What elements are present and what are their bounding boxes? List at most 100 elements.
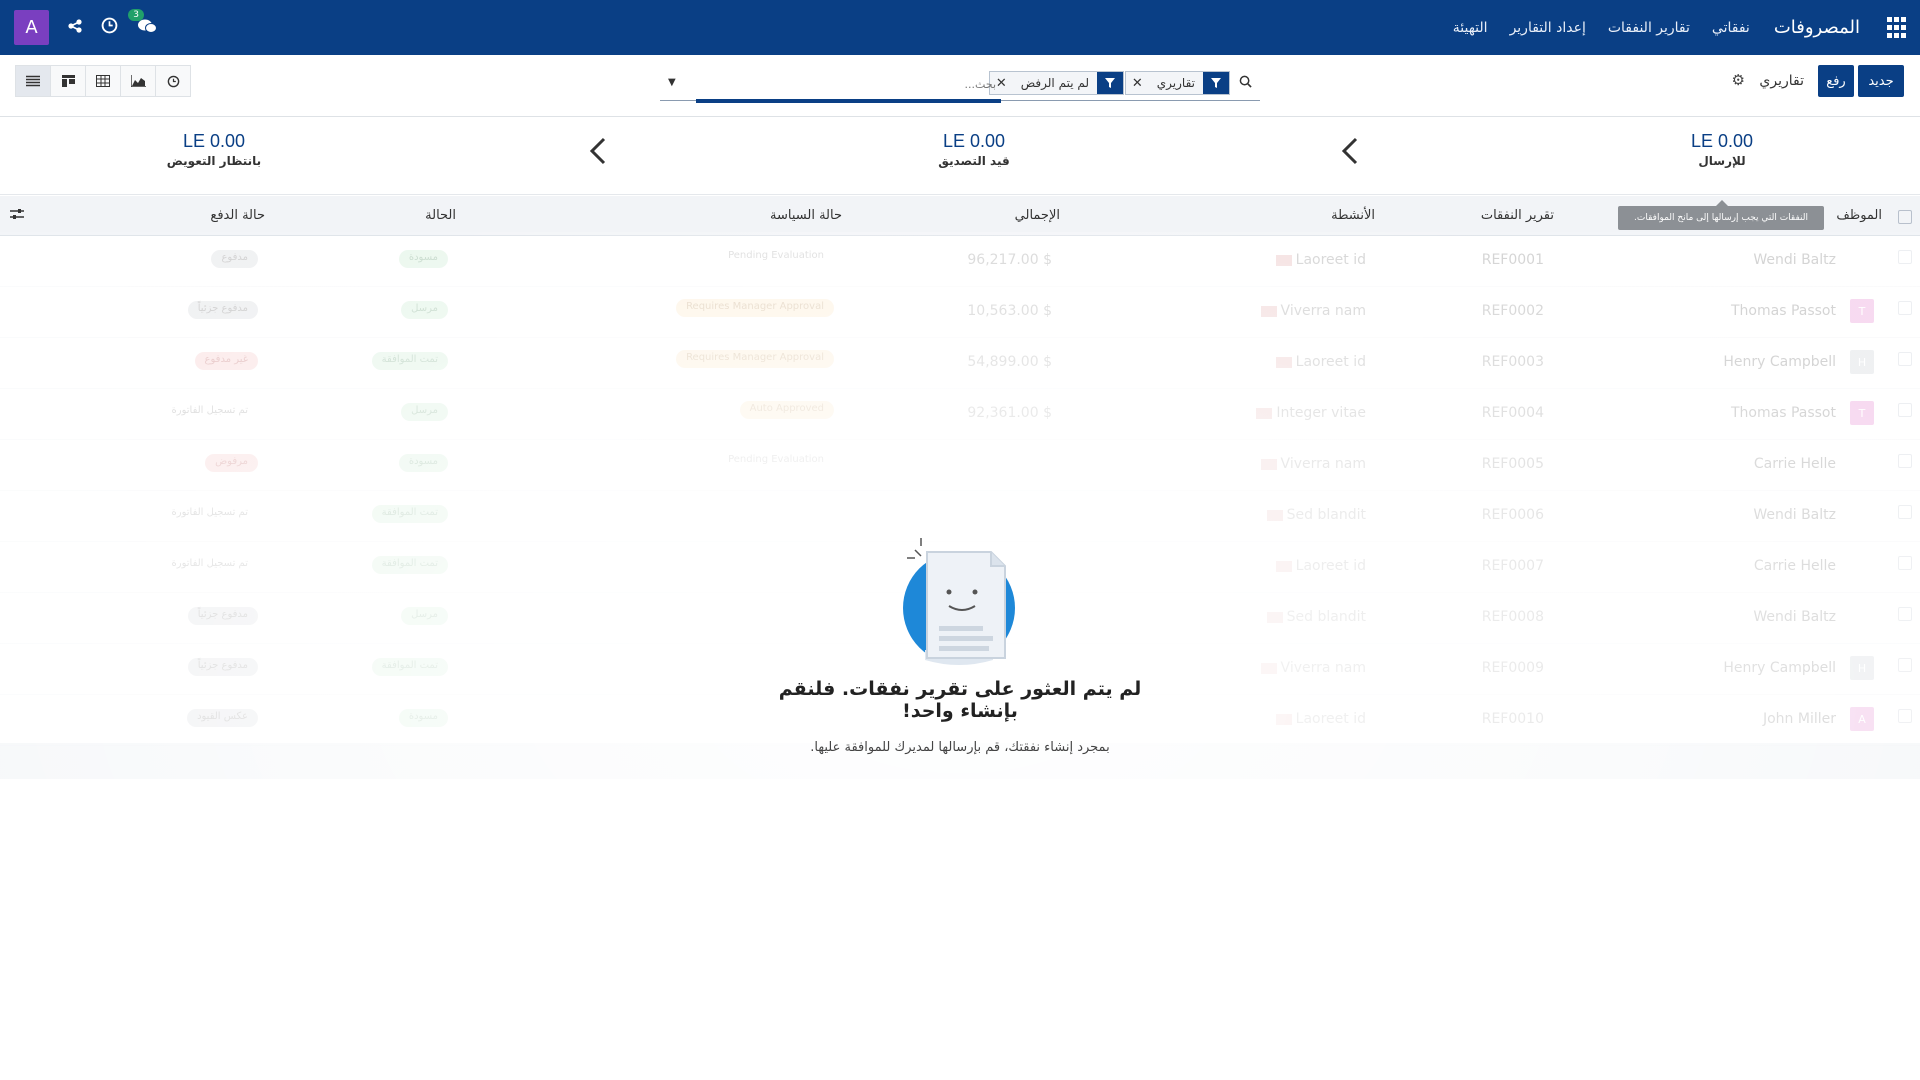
gear-icon[interactable]: ⚙ bbox=[1732, 71, 1745, 89]
activity-clock-icon[interactable] bbox=[101, 17, 118, 38]
graph-view-icon[interactable] bbox=[120, 65, 156, 97]
report-ref: REF0008 bbox=[1481, 609, 1544, 625]
activity-list-icon[interactable] bbox=[1275, 713, 1292, 725]
activity-cell: Sed blandit bbox=[1266, 507, 1366, 523]
report-ref: REF0010 bbox=[1481, 711, 1544, 727]
status-badge: مسودة bbox=[398, 250, 448, 268]
row-checkbox[interactable] bbox=[1898, 301, 1912, 315]
row-checkbox[interactable] bbox=[1898, 403, 1912, 417]
row-checkbox[interactable] bbox=[1898, 352, 1912, 366]
row-checkbox[interactable] bbox=[1898, 505, 1912, 519]
row-checkbox[interactable] bbox=[1898, 709, 1912, 723]
report-ref: REF0004 bbox=[1481, 405, 1544, 421]
menu-configuration[interactable]: التهيئة bbox=[1453, 20, 1488, 36]
row-checkbox[interactable] bbox=[1898, 607, 1912, 621]
user-avatar[interactable]: A bbox=[14, 10, 49, 45]
filter-facet-not-refused: لم يتم الرفض ✕ bbox=[988, 71, 1124, 95]
activity-name: Laoreet id bbox=[1295, 252, 1366, 268]
report-ref: REF0001 bbox=[1481, 252, 1544, 268]
total-amount: $ 96,217.00 bbox=[967, 252, 1052, 268]
menu-expense-reports[interactable]: تقارير النفقات bbox=[1608, 20, 1690, 36]
stat-label: بانتظار التعويض bbox=[166, 154, 262, 168]
activity-list-icon[interactable] bbox=[1260, 305, 1277, 317]
activity-name: Laoreet id bbox=[1295, 354, 1366, 370]
col-activities[interactable]: الأنشطة bbox=[1331, 208, 1375, 223]
employee-avatar: A bbox=[1850, 707, 1874, 731]
employee-name: Thomas Passot bbox=[1731, 303, 1836, 319]
search-options-caret-icon[interactable]: ▼ bbox=[668, 77, 676, 88]
activity-name: Integer vitae bbox=[1276, 405, 1366, 421]
table-row[interactable]: H Henry Campbell REF0003 Laoreet id $ 54,899… bbox=[0, 338, 1920, 389]
col-policy[interactable]: حالة السياسة bbox=[770, 208, 842, 223]
report-ref: REF0009 bbox=[1481, 660, 1544, 676]
policy-status-badge: Pending Evaluation bbox=[728, 454, 824, 465]
employee-name: Henry Campbell bbox=[1723, 354, 1836, 370]
payment-status-badge: غير مدفوع bbox=[194, 352, 258, 370]
messages-count-badge: 3 bbox=[128, 8, 144, 21]
activity-list-icon[interactable] bbox=[1260, 662, 1277, 674]
apps-menu-icon[interactable] bbox=[1884, 16, 1906, 39]
activity-name: Sed blandit bbox=[1286, 609, 1366, 625]
activity-list-icon[interactable] bbox=[1275, 254, 1292, 266]
breadcrumb-title: تقاريري bbox=[1759, 73, 1804, 89]
table-row[interactable]: T Thomas Passot REF0002 Viverra nam $ 10,563… bbox=[0, 287, 1920, 338]
row-checkbox[interactable] bbox=[1898, 250, 1912, 264]
total-amount: $ 10,563.00 bbox=[967, 303, 1052, 319]
table-row[interactable]: Wendi Baltz REF0001 Laoreet id $ 96,217.00 P… bbox=[0, 236, 1920, 287]
app-brand[interactable]: المصروفات bbox=[1774, 17, 1860, 38]
activity-view-icon[interactable] bbox=[155, 65, 191, 97]
col-payment[interactable]: حالة الدفع bbox=[210, 208, 265, 223]
activity-name: Sed blandit bbox=[1286, 507, 1366, 523]
employee-name: Thomas Passot bbox=[1731, 405, 1836, 421]
activity-list-icon[interactable] bbox=[1266, 611, 1283, 623]
optional-columns-icon[interactable] bbox=[10, 208, 24, 224]
share-icon[interactable] bbox=[67, 18, 83, 38]
activity-list-icon[interactable] bbox=[1256, 407, 1273, 419]
col-total[interactable]: الإجمالي bbox=[1015, 208, 1060, 223]
row-checkbox[interactable] bbox=[1898, 658, 1912, 672]
activity-cell: Integer vitae bbox=[1256, 405, 1366, 421]
report-ref: REF0006 bbox=[1481, 507, 1544, 523]
row-checkbox[interactable] bbox=[1898, 454, 1912, 468]
expense-summary: LE 0.00 للإرسال LE 0.00 قيد التصديق LE 0… bbox=[0, 117, 1920, 195]
stat-under-validation[interactable]: LE 0.00 قيد التصديق bbox=[854, 131, 1094, 168]
col-employee[interactable]: الموظف bbox=[1836, 208, 1882, 223]
stat-label: للإرسال bbox=[1698, 154, 1746, 168]
status-badge: مرسل bbox=[401, 301, 448, 319]
stat-to-submit[interactable]: LE 0.00 للإرسال bbox=[1602, 131, 1842, 168]
col-status[interactable]: الحالة bbox=[425, 208, 456, 223]
activity-list-icon[interactable] bbox=[1275, 560, 1292, 572]
status-badge: تمت الموافقة bbox=[371, 556, 448, 574]
activity-list-icon[interactable] bbox=[1260, 458, 1277, 470]
menu-my-expenses[interactable]: نفقاتي bbox=[1712, 20, 1750, 36]
top-navbar: المصروفات نفقاتي تقارير النفقات إعداد ال… bbox=[0, 0, 1920, 55]
search-input[interactable] bbox=[696, 73, 996, 95]
stat-amount: LE 0.00 bbox=[182, 131, 246, 151]
messages-icon[interactable]: 3 bbox=[128, 8, 158, 39]
search-icon[interactable] bbox=[1239, 75, 1252, 92]
navbar-main: المصروفات نفقاتي تقارير النفقات إعداد ال… bbox=[1453, 16, 1906, 39]
new-button[interactable]: جديد bbox=[1858, 65, 1904, 97]
policy-status-badge: Auto Approved bbox=[739, 401, 834, 419]
table-row[interactable]: T Thomas Passot REF0004 Integer vitae $ 92,3… bbox=[0, 389, 1920, 440]
col-report[interactable]: تقرير النفقات bbox=[1481, 208, 1554, 223]
kanban-view-icon[interactable] bbox=[50, 65, 86, 97]
pivot-view-icon[interactable] bbox=[85, 65, 121, 97]
row-checkbox[interactable] bbox=[1898, 556, 1912, 570]
activity-list-icon[interactable] bbox=[1275, 356, 1292, 368]
status-badge: تمت الموافقة bbox=[371, 505, 448, 523]
select-all-checkbox[interactable] bbox=[1898, 210, 1912, 224]
activity-list-icon[interactable] bbox=[1266, 509, 1283, 521]
menu-reporting[interactable]: إعداد التقارير bbox=[1510, 20, 1586, 36]
stat-to-reimburse[interactable]: LE 0.00 بانتظار التعويض bbox=[94, 131, 334, 168]
list-view-icon[interactable] bbox=[15, 65, 51, 97]
remove-facet-icon[interactable]: ✕ bbox=[1126, 72, 1149, 94]
policy-status-badge: Requires Manager Approval bbox=[676, 299, 834, 317]
tooltip: النفقات التي يجب إرسالها إلى مانح المواف… bbox=[1618, 200, 1824, 230]
employee-name: Carrie Helle bbox=[1753, 456, 1836, 472]
table-row[interactable]: Carrie Helle REF0005 Viverra nam Pending Ev… bbox=[0, 440, 1920, 491]
filter-icon bbox=[1203, 72, 1229, 94]
upload-button[interactable]: رفع bbox=[1818, 65, 1854, 97]
status-badge: مرسل bbox=[401, 403, 448, 421]
facet-label: تقاريري bbox=[1156, 76, 1195, 90]
